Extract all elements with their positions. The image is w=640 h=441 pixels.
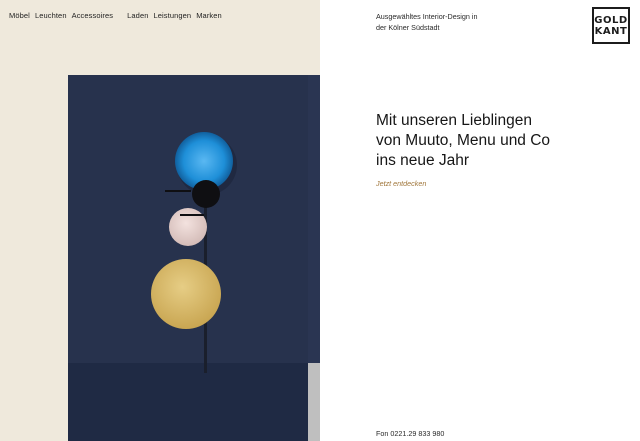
headline-line-2: von Muuto, Menu und Co [376,132,551,149]
tagline-line-1: Ausgewähltes Interior-Design in [376,12,478,21]
nav-marken[interactable]: Marken [196,11,222,20]
hero-headline: Mit unseren Lieblingen von Muuto, Menu u… [376,111,596,171]
hero-image [68,75,320,441]
goldkant-logo[interactable]: GOLD KANT [592,7,630,44]
tagline-line-2: der Kölner Südstadt [376,23,440,32]
black-lamp-cap [192,180,220,208]
lamp-arm-2 [180,214,204,216]
nav-accessoires[interactable]: Accessoires [72,11,114,20]
pink-lamp-disc [169,208,207,246]
nav-leistungen[interactable]: Leistungen [154,11,192,20]
lamp-arm [165,190,191,192]
nav-laden[interactable]: Laden [127,11,148,20]
logo-line-1: GOLD [594,14,628,26]
logo-line-2: KANT [594,25,628,37]
headline-line-3: ins neue Jahr [376,152,470,169]
brand-tagline: Ausgewähltes Interior-Design in der Köln… [376,11,516,33]
cta-jetzt-entdecken[interactable]: Jetzt entdecken [376,179,426,188]
wall-lamp-illustration [151,132,237,373]
nav-moebel[interactable]: Möbel [9,11,30,20]
gold-lamp-disc [151,259,221,329]
headline-line-1: Mit unseren Lieblingen [376,112,532,129]
phone-number: Fon 0221.29 833 980 [376,429,445,438]
nav-leuchten[interactable]: Leuchten [35,11,67,20]
main-navigation: Möbel Leuchten Accessoires Laden Leistun… [9,11,227,20]
